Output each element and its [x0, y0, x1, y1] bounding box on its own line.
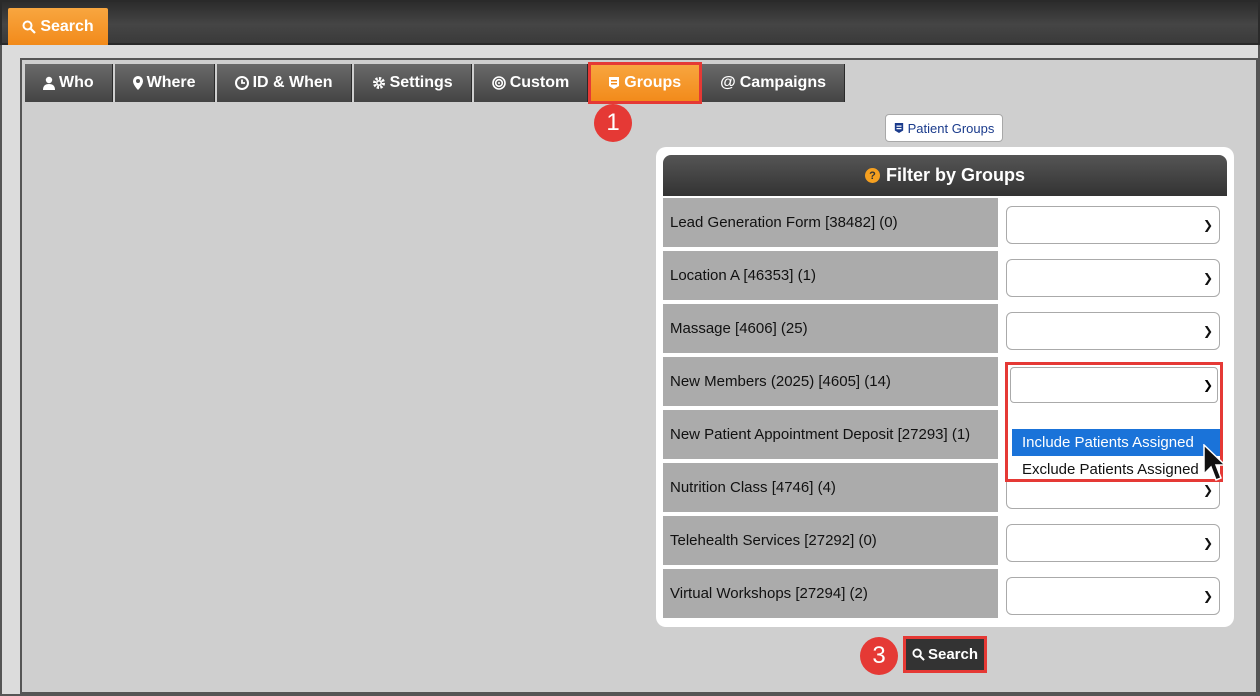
- gear-icon: [372, 77, 385, 89]
- dropdown-option-blank[interactable]: [1012, 405, 1220, 432]
- tab-campaigns[interactable]: @ Campaigns: [702, 64, 845, 102]
- search-tabbar: Who Where ID & When Settings Custom Grou…: [25, 62, 845, 104]
- tab-groups-label: Groups: [624, 74, 682, 91]
- group-select-open[interactable]: ❯: [1010, 367, 1218, 403]
- tab-who-label: Who: [59, 74, 94, 91]
- tab-campaigns-label: Campaigns: [739, 74, 826, 91]
- top-search-label: Search: [40, 17, 94, 35]
- target-icon: [491, 76, 506, 90]
- dropdown-option-exclude[interactable]: Exclude Patients Assigned: [1012, 456, 1220, 483]
- clock-icon: [234, 76, 249, 90]
- tab-where-label: Where: [146, 74, 196, 91]
- patient-groups-label: Patient Groups: [907, 120, 995, 136]
- group-label: Nutrition Class [4746] (4): [663, 463, 998, 514]
- chevron-down-icon: ❯: [1202, 482, 1213, 497]
- help-icon[interactable]: ?: [864, 168, 880, 183]
- groups-icon: [894, 123, 903, 133]
- callout-3: 3: [860, 637, 898, 675]
- table-row: Massage [4606] (25) ❯: [663, 304, 1227, 357]
- table-row: Telehealth Services [27292] (0) ❯: [663, 516, 1227, 569]
- patient-groups-button[interactable]: Patient Groups: [885, 114, 1003, 142]
- tab-id-when[interactable]: ID & When: [216, 64, 352, 102]
- chevron-down-icon: ❯: [1202, 217, 1213, 232]
- table-row: Lead Generation Form [38482] (0) ❯: [663, 198, 1227, 251]
- search-icon: [912, 648, 925, 661]
- filter-header: ? Filter by Groups: [663, 155, 1227, 196]
- group-select[interactable]: ❯: [1006, 258, 1220, 297]
- groups-icon: [609, 77, 620, 89]
- chevron-down-icon: ❯: [1202, 588, 1213, 603]
- user-icon: [43, 76, 55, 90]
- top-search-tab[interactable]: Search: [8, 8, 108, 45]
- filter-title: Filter by Groups: [885, 165, 1026, 185]
- top-bar: [0, 0, 1260, 45]
- table-row: Virtual Workshops [27294] (2) ❯: [663, 569, 1227, 622]
- tab-who[interactable]: Who: [25, 64, 113, 102]
- chevron-down-icon: ❯: [1202, 378, 1213, 392]
- table-row: Location A [46353] (1) ❯: [663, 251, 1227, 304]
- search-button-label: Search: [927, 646, 979, 663]
- mouse-cursor-icon: [1203, 444, 1227, 481]
- group-select[interactable]: ❯: [1006, 576, 1220, 615]
- group-label: Telehealth Services [27292] (0): [663, 516, 998, 567]
- tab-custom-label: Custom: [509, 74, 570, 91]
- tab-groups[interactable]: Groups: [588, 62, 703, 104]
- callout-1: 1: [594, 104, 632, 142]
- tab-custom[interactable]: Custom: [473, 64, 589, 102]
- group-label: New Members (2025) [4605] (14): [663, 357, 998, 408]
- tab-settings[interactable]: Settings: [353, 64, 472, 102]
- group-label: Lead Generation Form [38482] (0): [663, 198, 998, 249]
- group-label: New Patient Appointment Deposit [27293] …: [663, 410, 998, 461]
- group-select[interactable]: ❯: [1006, 523, 1220, 562]
- tab-settings-label: Settings: [389, 74, 453, 91]
- group-select[interactable]: ❯: [1006, 205, 1220, 244]
- search-icon: [22, 20, 37, 34]
- open-dropdown: ❯ Include Patients Assigned Exclude Pati…: [1005, 362, 1223, 482]
- tab-where[interactable]: Where: [114, 64, 215, 102]
- chevron-down-icon: ❯: [1202, 270, 1213, 285]
- group-select[interactable]: ❯: [1006, 311, 1220, 350]
- group-label: Massage [4606] (25): [663, 304, 998, 355]
- map-pin-icon: [132, 76, 143, 90]
- at-icon: @: [720, 74, 736, 91]
- tab-id-when-label: ID & When: [252, 74, 333, 91]
- dropdown-option-include[interactable]: Include Patients Assigned: [1012, 429, 1220, 456]
- chevron-down-icon: ❯: [1202, 323, 1213, 338]
- group-label: Location A [46353] (1): [663, 251, 998, 302]
- search-button[interactable]: Search: [903, 636, 987, 673]
- group-label: Virtual Workshops [27294] (2): [663, 569, 998, 620]
- chevron-down-icon: ❯: [1202, 535, 1213, 550]
